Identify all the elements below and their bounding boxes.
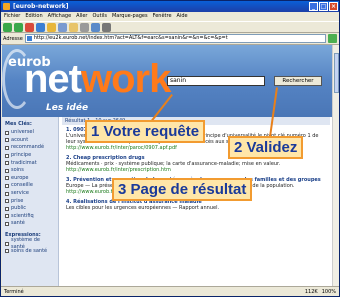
sidebar-item-label: prise — [11, 197, 24, 204]
menu-help[interactable]: Aide — [177, 12, 188, 21]
page-icon — [26, 36, 32, 41]
browser-app-icon — [3, 3, 10, 10]
sidebar-item-label: principe — [11, 152, 32, 159]
checkbox-icon[interactable] — [5, 191, 9, 196]
checkbox-icon[interactable] — [5, 249, 9, 254]
callout-query: 1 Votre requête — [85, 120, 206, 143]
menu-bar: Fichier Edition Affichage Aller Outils M… — [1, 12, 339, 21]
sidebar-item-label: tradicimat — [11, 159, 37, 166]
search-input[interactable]: sanin — [167, 76, 265, 86]
sidebar-item[interactable]: public — [2, 205, 58, 213]
reload-icon[interactable] — [36, 22, 45, 32]
sidebar-item-label: scientifiq — [11, 212, 34, 219]
status-zoom: 100% — [321, 289, 336, 295]
menu-go[interactable]: Aller — [76, 12, 87, 21]
sidebar-item-label: conseille — [11, 182, 33, 189]
sidebar-item[interactable]: service — [2, 190, 58, 198]
scrollbar-thumb[interactable] — [334, 53, 339, 93]
checkbox-icon[interactable] — [5, 214, 9, 219]
search-button[interactable]: Rechercher — [274, 76, 322, 86]
menu-bookmarks[interactable]: Marque-pages — [112, 12, 148, 21]
sidebar-item-label: santé — [11, 220, 25, 227]
forward-icon[interactable] — [14, 22, 23, 32]
sidebar-item[interactable]: universel — [2, 129, 58, 137]
home-icon[interactable] — [47, 22, 56, 32]
print-icon[interactable] — [102, 22, 111, 32]
callout-results: 3 Page de résultat — [112, 178, 253, 201]
address-input[interactable]: http://eu2k.eurob.net/index.htm?act=ALT&… — [24, 34, 326, 43]
status-text: Terminé — [4, 289, 24, 295]
checkbox-icon[interactable] — [5, 176, 9, 181]
sidebar-item[interactable]: scientifiq — [2, 213, 58, 221]
site-logo: network — [24, 57, 171, 101]
sidebar-item[interactable]: prise — [2, 197, 58, 205]
menu-file[interactable]: Fichier — [4, 12, 20, 21]
sidebar-item-label: europe — [11, 174, 29, 181]
menu-view[interactable]: Affichage — [48, 12, 72, 21]
sidebar-item-label: soins de santé — [11, 247, 48, 254]
status-bar: Terminé 112K 100% — [1, 286, 339, 296]
menu-window[interactable]: Fenêtre — [153, 12, 172, 21]
sidebar-item[interactable]: système de santé — [2, 237, 58, 250]
checkbox-icon[interactable] — [5, 138, 9, 143]
checkbox-icon[interactable] — [5, 168, 9, 173]
favorites-icon[interactable] — [69, 22, 78, 32]
toolbar — [1, 21, 339, 33]
sidebar-item-label: public — [11, 205, 27, 212]
checkbox-icon[interactable] — [5, 130, 9, 135]
back-icon[interactable] — [3, 22, 12, 32]
menu-tools[interactable]: Outils — [93, 12, 107, 21]
go-icon[interactable] — [328, 34, 337, 43]
sidebar-item[interactable]: europe — [2, 175, 58, 183]
checkbox-icon[interactable] — [5, 199, 9, 204]
sidebar-item-label: soins — [11, 167, 24, 174]
checkbox-icon[interactable] — [5, 221, 9, 226]
address-bar: Adresse http://eu2k.eurob.net/index.htm?… — [1, 33, 339, 45]
page-viewport: eurob network Les idée sanin Rechercher … — [2, 45, 332, 286]
callout-validate: 2 Validez — [228, 136, 304, 159]
address-label: Adresse — [3, 35, 23, 42]
sidebar-item[interactable]: recommandé — [2, 144, 58, 152]
window-title: [eurob-network] — [13, 3, 69, 10]
history-icon[interactable] — [80, 22, 89, 32]
sidebar-item[interactable]: soins — [2, 167, 58, 175]
title-bar: [eurob-network] _ □ × — [1, 1, 339, 12]
result-url[interactable]: http://www.eurob.fr/inter/prescription.h… — [66, 167, 326, 173]
site-tagline: Les idée — [46, 103, 89, 113]
sidebar-section-keys: Mes Clés: — [5, 121, 32, 127]
sidebar-item[interactable]: conseille — [2, 182, 58, 190]
menu-edit[interactable]: Edition — [25, 12, 42, 21]
checkbox-icon[interactable] — [5, 183, 9, 188]
sidebar-item-label: acount — [11, 136, 29, 143]
address-value: http://eu2k.eurob.net/index.htm?act=ALT&… — [33, 35, 228, 41]
sidebar-item[interactable]: santé — [2, 220, 58, 228]
stop-icon[interactable] — [25, 22, 34, 32]
mail-icon[interactable] — [91, 22, 100, 32]
sidebar-item-label: service — [11, 190, 29, 197]
checkbox-icon[interactable] — [5, 153, 9, 158]
close-icon[interactable]: × — [329, 2, 338, 11]
checkbox-icon[interactable] — [5, 206, 9, 211]
sidebar-item-label: universel — [11, 129, 34, 136]
result-snippet: Les cibles pour les urgences européennes… — [66, 205, 220, 211]
sidebar-item[interactable]: principe — [2, 152, 58, 160]
vertical-scrollbar[interactable] — [332, 45, 339, 286]
status-size: 112K — [304, 289, 318, 295]
site-header: eurob network Les idée sanin Rechercher — [2, 45, 332, 117]
minimize-icon[interactable]: _ — [309, 2, 318, 11]
checkbox-icon[interactable] — [5, 241, 9, 246]
sidebar: Mes Clés: universel acount recommandé princ… — [2, 117, 59, 286]
maximize-icon[interactable]: □ — [319, 2, 328, 11]
checkbox-icon[interactable] — [5, 161, 9, 166]
search-icon[interactable] — [58, 22, 67, 32]
sidebar-item-label: recommandé — [11, 144, 45, 151]
sidebar-item[interactable]: tradicimat — [2, 159, 58, 167]
checkbox-icon[interactable] — [5, 145, 9, 150]
